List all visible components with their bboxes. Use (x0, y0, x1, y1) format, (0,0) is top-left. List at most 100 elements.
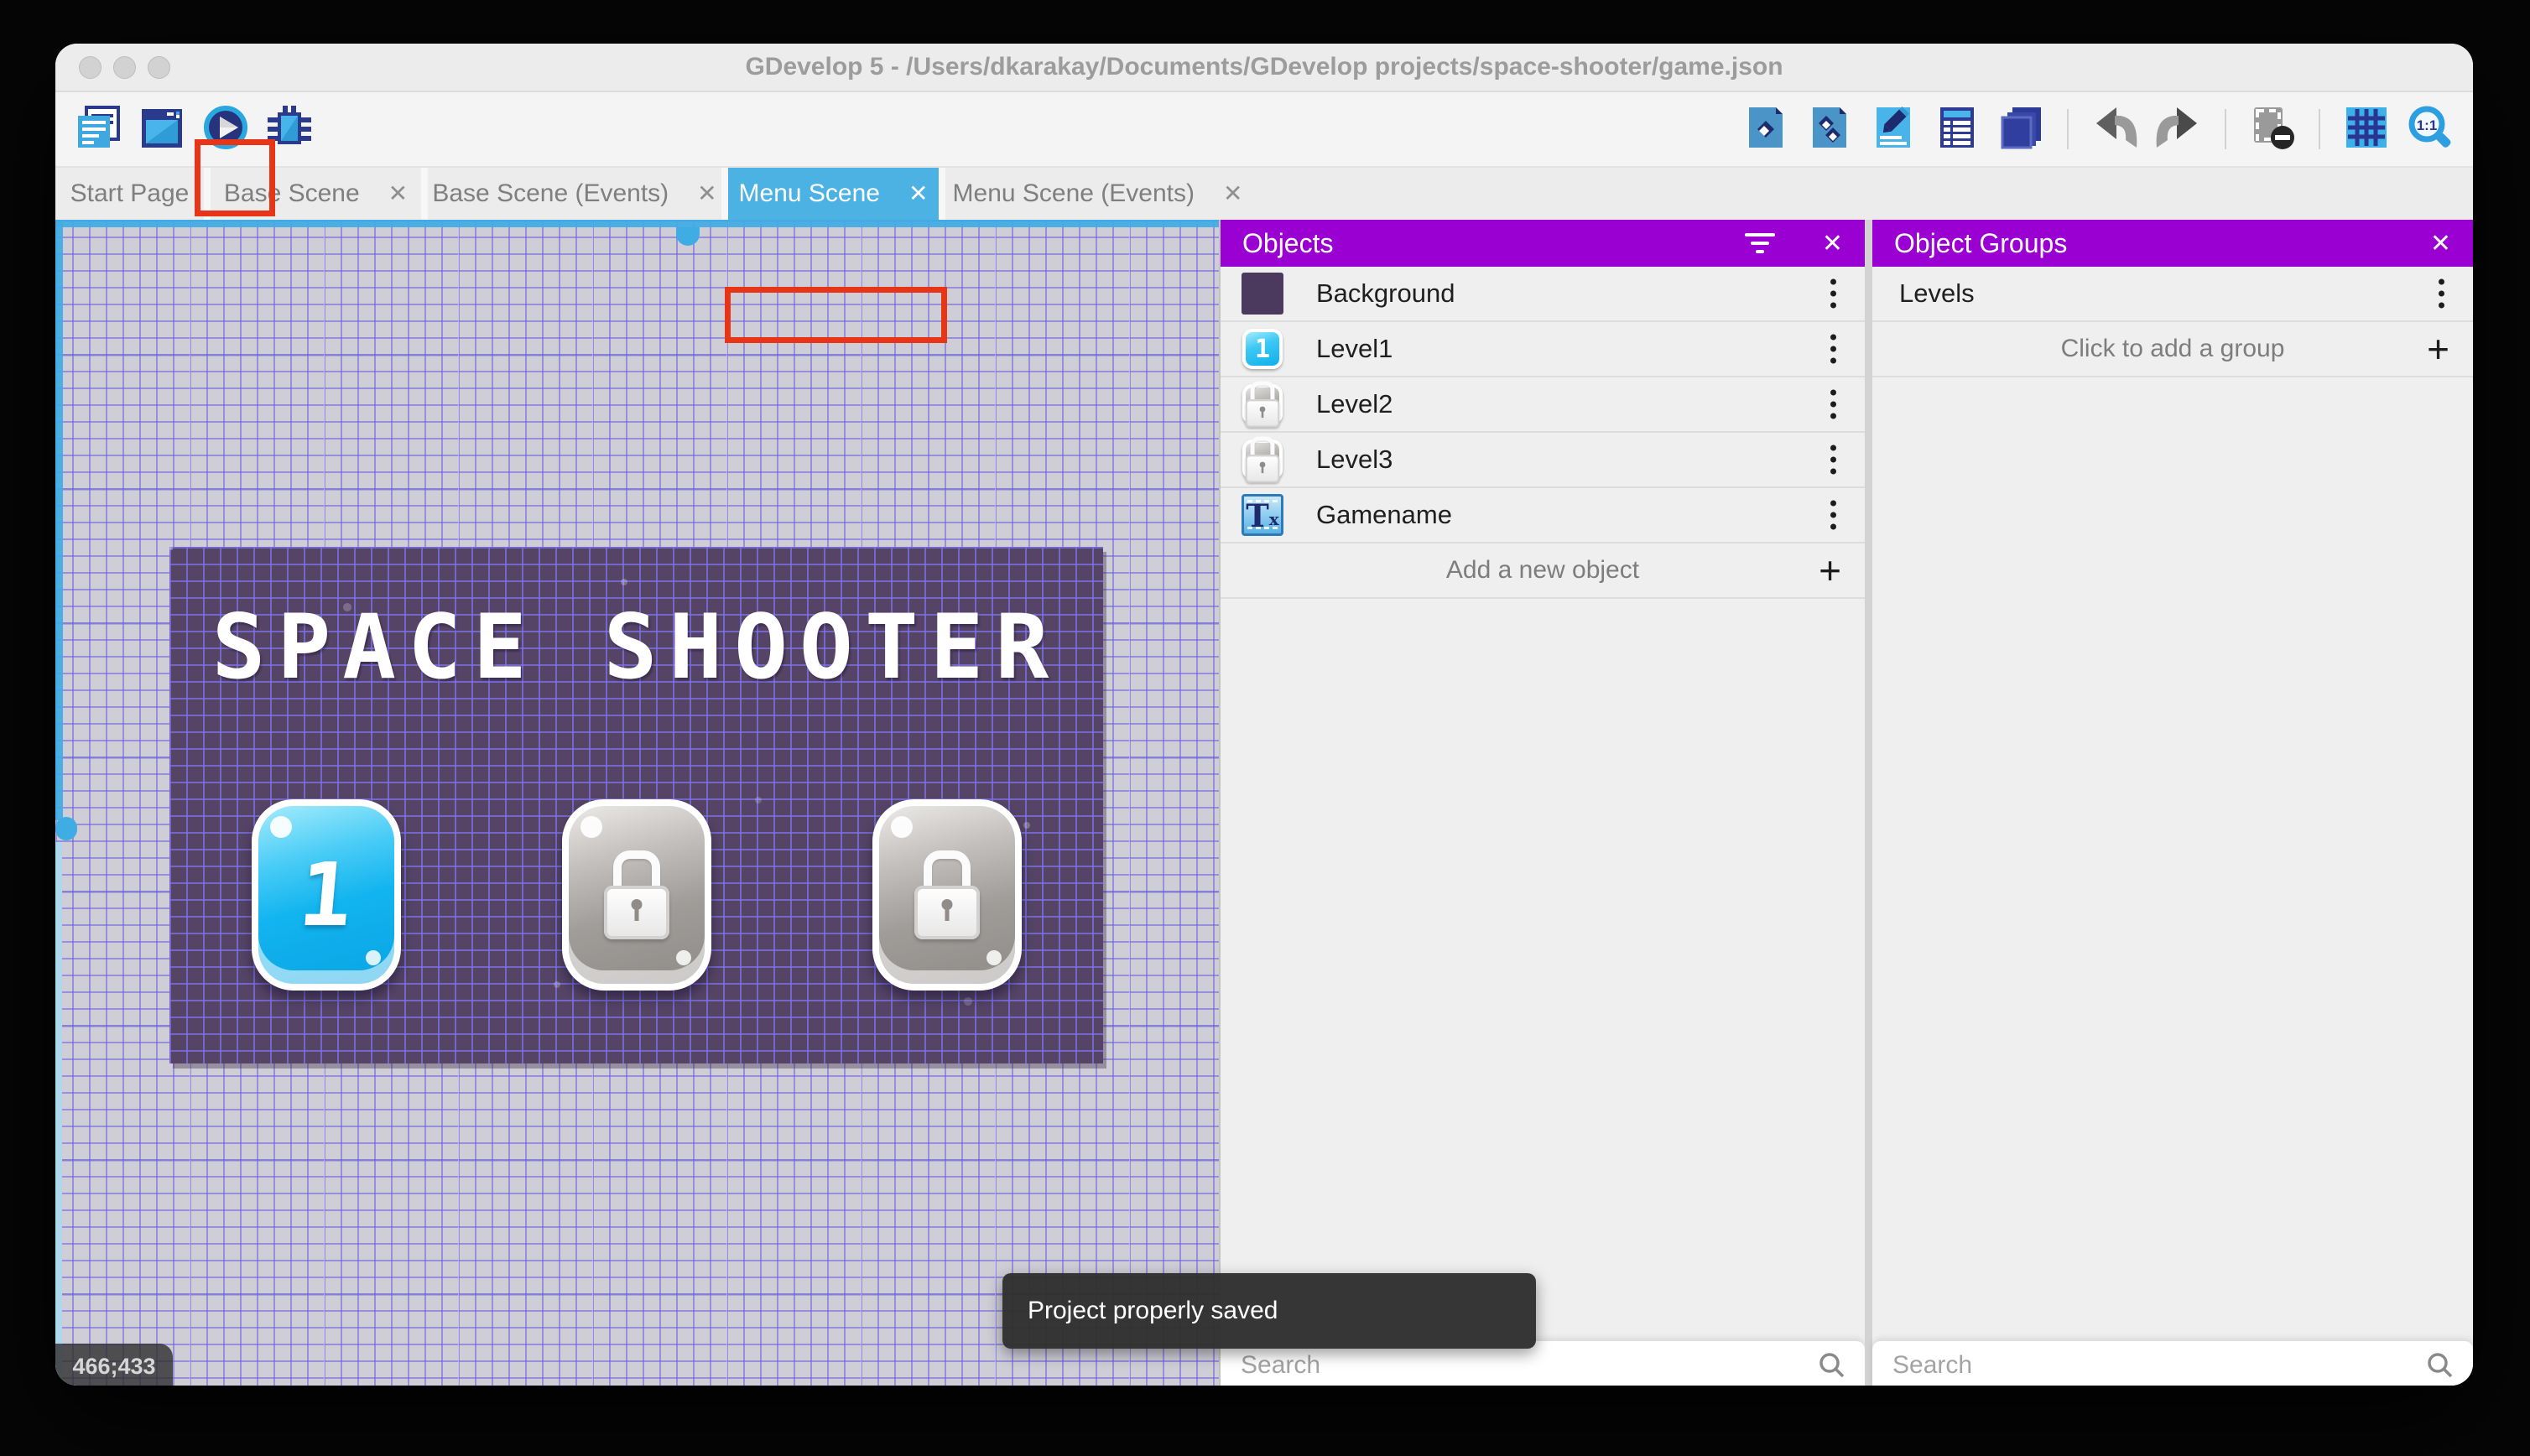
project-manager-button[interactable] (74, 105, 122, 153)
toast-message: Project properly saved (1028, 1297, 1278, 1324)
groups-search-input[interactable] (1891, 1349, 2426, 1381)
add-new-object-button[interactable]: Add a new object + (1221, 543, 1865, 599)
object-row-gamename[interactable]: Tx Gamename (1221, 488, 1865, 543)
debugger-button[interactable] (265, 105, 314, 153)
object-name: Level1 (1316, 334, 1393, 363)
tab-base-scene[interactable]: Base Scene ✕ (211, 168, 428, 220)
more-options-icon[interactable] (1830, 445, 1836, 475)
undo-arrow-icon (2091, 104, 2138, 155)
debug-bug-icon (266, 104, 313, 155)
horizontal-scrollbar-handle[interactable] (676, 227, 700, 246)
tab-label: Menu Scene (738, 179, 880, 207)
level3-locked-button-instance[interactable] (872, 799, 1022, 991)
group-name: Levels (1899, 278, 1975, 308)
more-options-icon[interactable] (1830, 334, 1836, 364)
main-content: SPACE SHOOTER 1 466;433 Objects ✕ Backgr… (55, 220, 2473, 1386)
pencil-card-icon (1870, 104, 1917, 155)
layers-icon (1997, 104, 2044, 155)
object-name: Gamename (1316, 500, 1452, 529)
toggle-grid-button[interactable] (2342, 105, 2391, 153)
scene-properties-button[interactable] (1933, 105, 1981, 153)
objects-list-button[interactable] (1805, 105, 1854, 153)
object-row-background[interactable]: Background (1221, 267, 1865, 322)
add-new-group-button[interactable]: Click to add a group + (1872, 322, 2473, 377)
plus-icon: + (1819, 549, 1841, 592)
more-options-icon[interactable] (1830, 389, 1836, 419)
panel-divider[interactable] (1865, 220, 1872, 1386)
lock-icon (914, 850, 980, 939)
search-icon (2428, 1352, 2453, 1377)
grid-icon (2343, 104, 2390, 155)
toolbar-left-group (74, 105, 314, 153)
object-name: Background (1316, 278, 1455, 308)
play-icon (202, 104, 249, 155)
undo-button[interactable] (2090, 105, 2139, 153)
more-options-icon[interactable] (2439, 278, 2444, 309)
tab-menu-scene-events[interactable]: Menu Scene (Events) ✕ (945, 168, 1250, 220)
toolbar: 1:1 (55, 92, 2473, 216)
vertical-scrollbar[interactable] (55, 220, 63, 820)
edit-scene-properties-button[interactable] (1869, 105, 1918, 153)
more-options-icon[interactable] (1830, 278, 1836, 309)
objects-panel: Objects ✕ Background 1 Level1 Level2 Lev… (1221, 220, 1865, 1386)
plus-icon: + (2427, 327, 2449, 371)
object-name: Level3 (1316, 445, 1393, 474)
zoom-window-button[interactable] (148, 55, 170, 79)
scene-canvas[interactable]: SPACE SHOOTER 1 466;433 (55, 220, 1221, 1386)
add-object-label: Add a new object (1445, 556, 1640, 584)
menu-scene-background-instance[interactable]: SPACE SHOOTER 1 (169, 547, 1103, 1063)
close-window-button[interactable] (79, 55, 102, 79)
objects-panel-empty-area (1221, 599, 1865, 1341)
object-row-level2[interactable]: Level2 (1221, 377, 1865, 433)
objects-search-input[interactable] (1239, 1349, 1818, 1381)
more-options-icon[interactable] (1830, 500, 1836, 530)
search-icon (1819, 1352, 1845, 1377)
objects-panel-title: Objects (1242, 227, 1334, 258)
level2-locked-button-instance[interactable] (561, 799, 711, 991)
scene-window-icon (138, 104, 185, 155)
toolbar-right-group: 1:1 (1741, 92, 2455, 166)
deselect-instances-button[interactable] (2248, 105, 2297, 153)
project-manager-icon (75, 104, 122, 155)
add-group-label: Click to add a group (2060, 335, 2285, 362)
minimize-window-button[interactable] (113, 55, 136, 79)
redo-arrow-icon (2155, 104, 2202, 155)
close-objects-panel-icon[interactable]: ✕ (1822, 229, 1843, 258)
save-toast: Project properly saved (1002, 1273, 1536, 1349)
object-row-level1[interactable]: 1 Level1 (1221, 322, 1865, 377)
vertical-scrollbar-track[interactable] (55, 842, 62, 1386)
groups-search-bar (1872, 1341, 2473, 1386)
title-bar: GDevelop 5 - /Users/dkarakay/Documents/G… (55, 44, 2473, 92)
open-scene-editor-button[interactable] (138, 105, 186, 153)
redo-button[interactable] (2154, 105, 2203, 153)
properties-list-icon (1934, 104, 1981, 155)
filter-icon[interactable] (1743, 233, 1777, 253)
zoom-original-button[interactable]: 1:1 (2406, 105, 2455, 153)
layers-button[interactable] (1996, 105, 2045, 153)
tab-close-icon[interactable]: ✕ (697, 182, 716, 205)
game-title-text-instance[interactable]: SPACE SHOOTER (169, 595, 1103, 699)
svg-text:1:1: 1:1 (2417, 117, 2438, 133)
tab-menu-scene[interactable]: Menu Scene ✕ (728, 168, 945, 220)
groups-panel-empty-area (1872, 377, 2473, 1341)
toolbar-separator (2225, 109, 2226, 149)
tab-close-icon[interactable]: ✕ (1223, 182, 1242, 205)
object-row-level3[interactable]: Level3 (1221, 433, 1865, 488)
object-groups-panel-title: Object Groups (1894, 227, 2068, 258)
close-object-groups-panel-icon[interactable]: ✕ (2430, 229, 2451, 258)
level2-sprite-thumbnail (1241, 381, 1284, 428)
text-object-thumbnail: Tx (1241, 493, 1284, 537)
tab-close-icon[interactable]: ✕ (908, 182, 928, 205)
group-row-levels[interactable]: Levels (1872, 267, 2473, 322)
tab-base-scene-events[interactable]: Base Scene (Events) ✕ (428, 168, 728, 220)
tab-start-page[interactable]: Start Page (55, 168, 211, 220)
zoom-1-1-icon: 1:1 (2407, 104, 2454, 155)
objects-panel-header: Objects ✕ (1221, 220, 1865, 267)
vertical-scrollbar-handle[interactable] (55, 817, 77, 840)
tab-close-icon[interactable]: ✕ (388, 182, 408, 205)
horizontal-scrollbar[interactable] (55, 220, 1219, 227)
export-project-button[interactable] (1741, 105, 1790, 153)
gdevelop-window: GDevelop 5 - /Users/dkarakay/Documents/G… (55, 44, 2473, 1386)
level1-button-instance[interactable]: 1 (251, 799, 401, 991)
preview-button[interactable] (201, 105, 250, 153)
